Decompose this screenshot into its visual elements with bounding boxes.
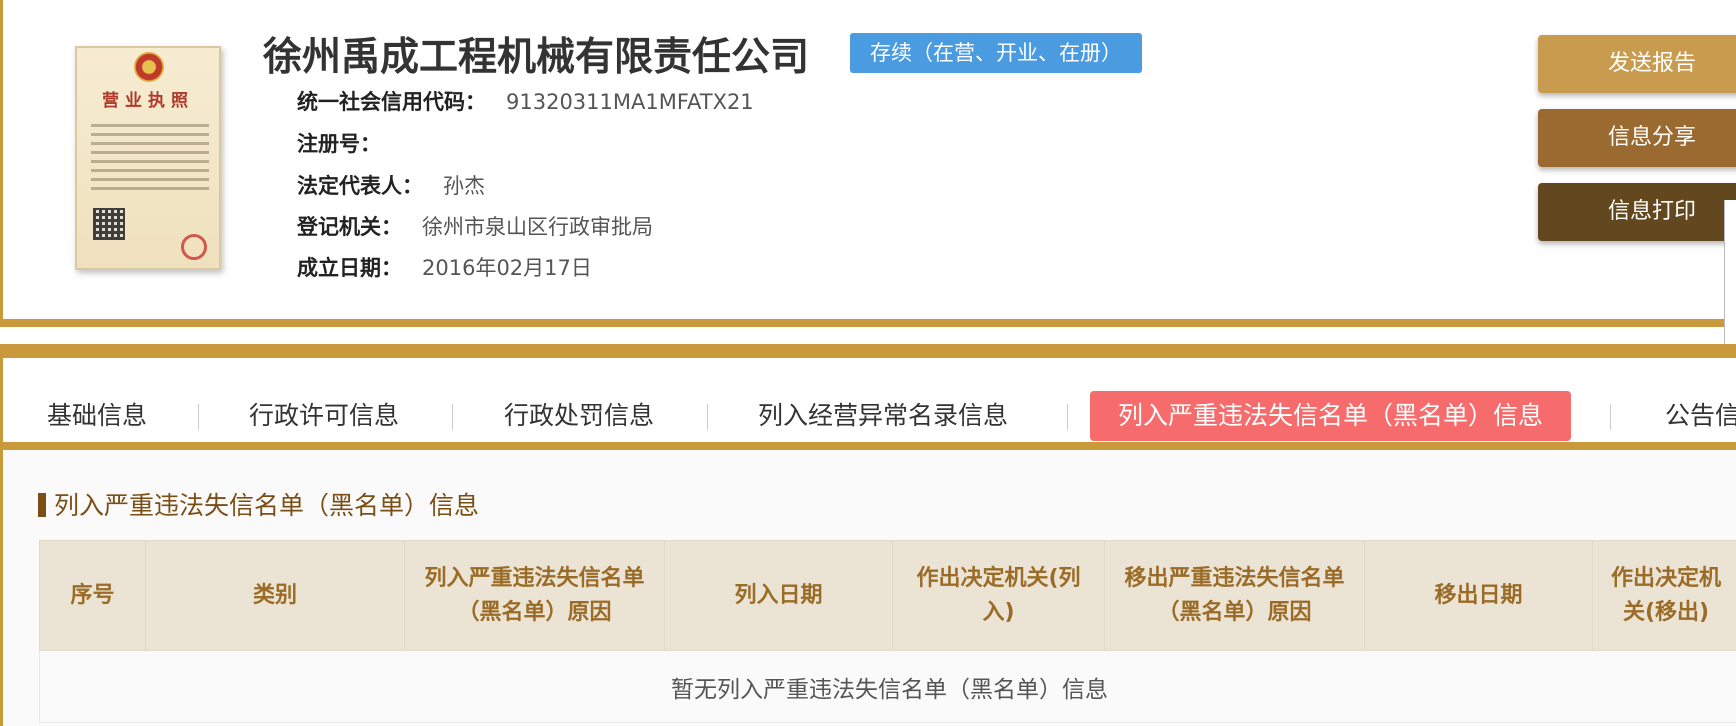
company-name: 徐州禹成工程机械有限责任公司 — [263, 35, 810, 80]
legal-representative-value: 孙杰 — [443, 174, 485, 198]
tab-admin-license[interactable]: 行政许可信息 — [249, 391, 399, 441]
section-title: 列入严重违法失信名单（黑名单）信息 — [38, 486, 479, 522]
share-info-button[interactable]: 信息分享 — [1538, 109, 1736, 167]
tab-abnormal-operation[interactable]: 列入经营异常名录信息 — [758, 391, 1008, 441]
print-info-button[interactable]: 信息打印 — [1538, 183, 1736, 241]
empty-state-text: 暂无列入严重违法失信名单（黑名单）信息 — [39, 650, 1736, 723]
registration-number-row: 注册号： — [297, 128, 401, 158]
establishment-date-label: 成立日期： — [297, 256, 402, 280]
tab-serious-violation-blacklist[interactable]: 列入严重违法失信名单（黑名单）信息 — [1090, 391, 1572, 441]
column-header-removal-reason: 移出严重违法失信名单（黑名单）原因 — [1104, 540, 1365, 651]
tab-separator — [1610, 404, 1611, 430]
section-marker — [38, 493, 46, 517]
company-card: 营业执照 徐州禹成工程机械有限责任公司 存续（在营、开业、在册） 统一社会信用代… — [0, 0, 1736, 327]
tab-separator — [707, 404, 708, 430]
send-report-button[interactable]: 发送报告 — [1538, 35, 1736, 93]
blacklist-table: 序号 类别 列入严重违法失信名单（黑名单）原因 列入日期 作出决定机关(列入) … — [39, 540, 1736, 723]
tab-separator — [198, 404, 199, 430]
credit-code-value: 91320311MA1MFATX21 — [506, 90, 754, 114]
column-header-listing-date: 列入日期 — [664, 540, 893, 651]
tab-basic-info[interactable]: 基础信息 — [47, 391, 147, 441]
column-header-index: 序号 — [39, 540, 146, 651]
license-title: 营业执照 — [102, 91, 194, 111]
main-panel: 列入严重违法失信名单（黑名单）信息 序号 类别 列入严重违法失信名单（黑名单）原… — [0, 450, 1736, 726]
tab-separator — [452, 404, 453, 430]
registration-authority-row: 登记机关： 徐州市泉山区行政审批局 — [297, 211, 653, 241]
tab-separator — [1067, 404, 1068, 430]
registration-number-label: 注册号： — [297, 132, 381, 156]
table-row: 暂无列入严重违法失信名单（黑名单）信息 — [39, 650, 1736, 723]
legal-representative-label: 法定代表人： — [297, 174, 423, 198]
section-title-text: 列入严重违法失信名单（黑名单）信息 — [54, 491, 480, 520]
establishment-date-row: 成立日期： 2016年02月17日 — [297, 252, 592, 282]
credit-code-label: 统一社会信用代码： — [297, 90, 486, 114]
column-header-removal-date: 移出日期 — [1364, 540, 1593, 651]
registration-authority-label: 登记机关： — [297, 215, 402, 239]
legal-representative-row: 法定代表人： 孙杰 — [297, 170, 485, 200]
tab-announcement[interactable]: 公告信 — [1665, 391, 1736, 441]
column-header-listing-reason: 列入严重违法失信名单（黑名单）原因 — [404, 540, 665, 651]
establishment-date-value: 2016年02月17日 — [422, 256, 592, 280]
national-emblem-icon — [134, 52, 164, 82]
business-license-image: 营业执照 — [75, 46, 221, 270]
tab-admin-penalty[interactable]: 行政处罚信息 — [504, 391, 654, 441]
tabs-bar: 基础信息 行政许可信息 行政处罚信息 列入经营异常名录信息 列入严重违法失信名单… — [0, 344, 1736, 450]
table-header-row: 序号 类别 列入严重违法失信名单（黑名单）原因 列入日期 作出决定机关(列入) … — [39, 540, 1736, 651]
credit-code-row: 统一社会信用代码： 91320311MA1MFATX21 — [297, 86, 754, 116]
column-header-category: 类别 — [145, 540, 405, 651]
qr-code-icon — [93, 208, 125, 240]
status-badge: 存续（在营、开业、在册） — [850, 33, 1142, 73]
official-seal-icon — [181, 234, 207, 260]
column-header-removal-authority: 作出决定机关(移出) — [1592, 540, 1736, 651]
column-header-listing-authority: 作出决定机关(列入) — [892, 540, 1105, 651]
license-text-lines — [91, 124, 209, 196]
registration-authority-value: 徐州市泉山区行政审批局 — [422, 215, 653, 239]
